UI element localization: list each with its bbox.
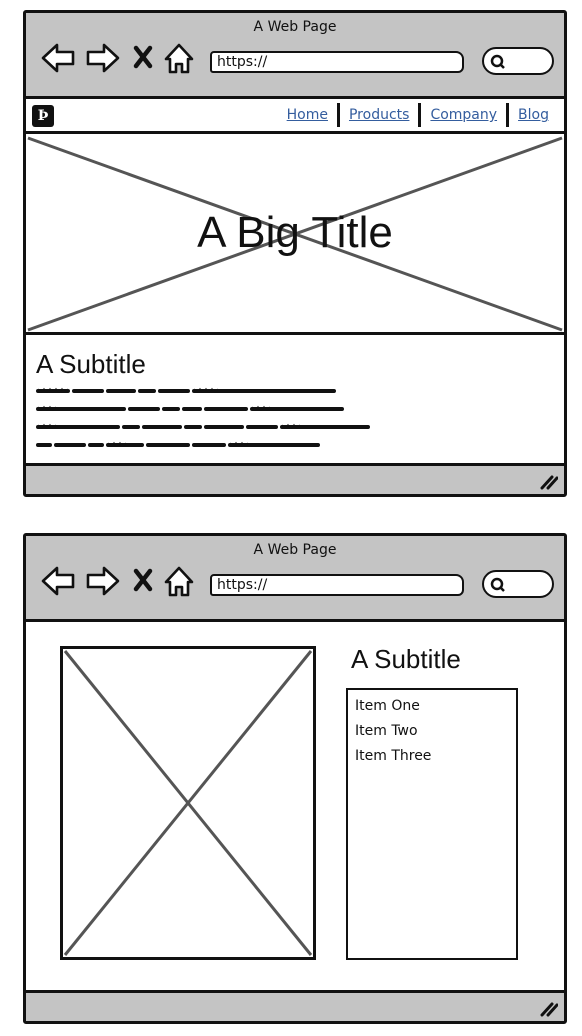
nav-link-products[interactable]: Products — [340, 103, 418, 127]
search-box[interactable] — [482, 570, 554, 598]
resize-grip-icon[interactable] — [540, 1001, 558, 1017]
search-icon — [490, 54, 505, 69]
nav-links: Home Products Company Blog — [278, 103, 558, 127]
back-arrow-icon[interactable] — [41, 566, 75, 596]
nav-link-company[interactable]: Company — [421, 103, 506, 127]
hero-image-placeholder: A Big Title — [26, 134, 564, 335]
window-title: A Web Page — [253, 19, 337, 35]
search-box[interactable] — [482, 47, 554, 75]
address-bar[interactable]: https:// — [210, 574, 464, 596]
list-item[interactable]: Item Three — [355, 744, 516, 769]
placeholder-text-scribbles — [36, 387, 370, 447]
home-icon[interactable] — [164, 566, 194, 597]
section-subtitle: A Subtitle — [351, 644, 461, 674]
back-arrow-icon[interactable] — [41, 43, 75, 73]
nav-buttons — [40, 563, 200, 599]
logo-icon[interactable]: Þ — [32, 105, 54, 127]
hero-title: A Big Title — [197, 208, 393, 257]
list-item[interactable]: Item One — [355, 694, 516, 719]
image-placeholder-cross — [63, 650, 313, 956]
status-bar — [26, 990, 564, 1021]
stop-x-icon[interactable] — [133, 568, 153, 592]
list-item[interactable]: Item Two — [355, 719, 516, 744]
browser-titlebar: A Web Page https:// — [26, 13, 564, 99]
window-title: A Web Page — [253, 542, 337, 558]
nav-link-blog[interactable]: Blog — [509, 103, 558, 127]
nav-buttons — [40, 40, 200, 76]
list-box[interactable]: Item One Item Two Item Three — [346, 688, 518, 960]
search-icon — [490, 577, 505, 592]
section-subtitle: A Subtitle — [36, 349, 146, 379]
browser-titlebar: A Web Page https:// — [26, 536, 564, 622]
browser-window-top: A Web Page https:// Þ Home Products Comp… — [23, 10, 567, 497]
resize-grip-icon[interactable] — [540, 474, 558, 490]
home-icon[interactable] — [164, 43, 194, 74]
site-navbar: Þ Home Products Company Blog — [26, 99, 564, 134]
forward-arrow-icon[interactable] — [86, 566, 120, 596]
image-placeholder — [60, 646, 316, 960]
forward-arrow-icon[interactable] — [86, 43, 120, 73]
nav-link-home[interactable]: Home — [278, 103, 337, 127]
browser-window-bottom: A Web Page https:// A Subtitle Item One … — [23, 533, 567, 1024]
content-section: A Subtitle — [26, 335, 564, 465]
address-bar[interactable]: https:// — [210, 51, 464, 73]
stop-x-icon[interactable] — [133, 45, 153, 69]
status-bar — [26, 463, 564, 494]
